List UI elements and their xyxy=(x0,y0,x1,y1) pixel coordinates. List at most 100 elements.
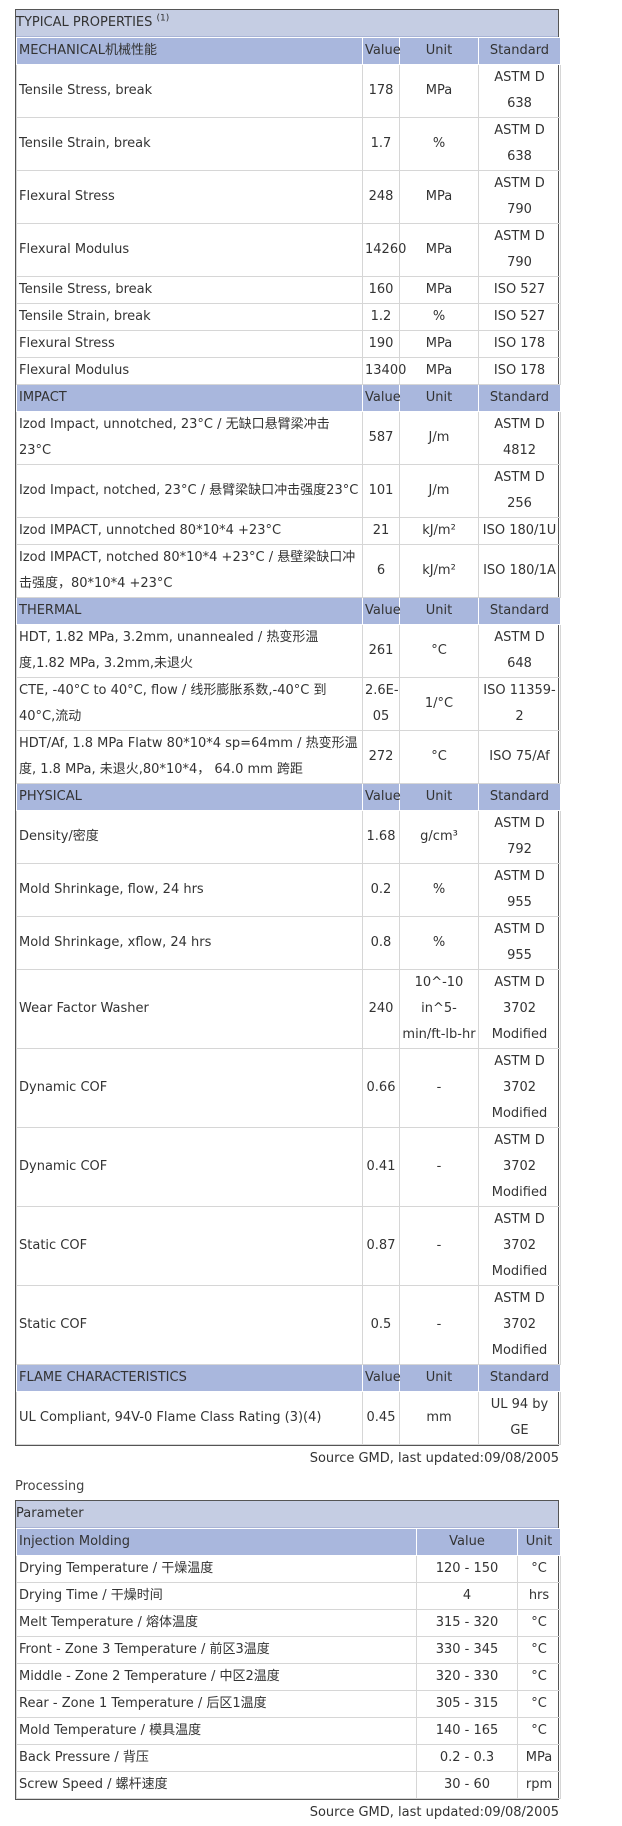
property-value: 2.6E-05 xyxy=(362,677,400,731)
property-value: 0.8 xyxy=(362,916,400,970)
processing-value: 315 - 320 xyxy=(416,1609,518,1637)
property-standard: ASTM D 638 xyxy=(478,117,561,171)
property-name: Izod IMPACT, unnotched 80*10*4 +23°C xyxy=(16,517,363,545)
property-unit: % xyxy=(399,303,479,331)
property-row: UL Compliant, 94V-0 Flame Class Rating (… xyxy=(16,1391,561,1445)
column-header-standard: Standard xyxy=(478,597,561,625)
properties-table: MECHANICAL机械性能 Value Unit Standard Tensile S… xyxy=(16,37,561,1445)
property-unit: 1/°C xyxy=(399,677,479,731)
property-unit: - xyxy=(399,1048,479,1128)
property-unit: J/m xyxy=(399,464,479,518)
property-standard: UL 94 by GE xyxy=(478,1391,561,1445)
property-row: Mold Shrinkage, flow, 24 hrs 0.2% ASTM D 9… xyxy=(16,863,561,917)
property-row: Izod IMPACT, notched 80*10*4 +23°C / 悬壁梁… xyxy=(16,544,561,598)
property-value: 0.87 xyxy=(362,1206,400,1286)
property-standard: ASTM D 790 xyxy=(478,223,561,277)
property-row: Flexural Modulus 13400 MPa ISO 178 xyxy=(16,357,561,385)
property-standard: ISO 11359-2 xyxy=(478,677,561,731)
property-unit: J/m xyxy=(399,411,479,465)
processing-unit: °C xyxy=(517,1609,561,1637)
processing-value: 305 - 315 xyxy=(416,1690,518,1718)
property-value: 240 xyxy=(362,969,400,1049)
property-row: Static COF 0.5- ASTM D 3702 Modified xyxy=(16,1285,561,1365)
column-header-standard: Standard xyxy=(478,384,561,412)
property-name: Dynamic COF xyxy=(16,1048,363,1128)
property-value: 1.2 xyxy=(362,303,400,331)
property-name: Flexural Stress xyxy=(16,330,363,358)
property-standard: ISO 75/Af xyxy=(478,730,561,784)
processing-row: Back Pressure / 背压 0.2 - 0.3 MPa xyxy=(16,1744,561,1772)
property-name: CTE, -40°C to 40°C, flow / 线形膨胀系数,-40°C … xyxy=(16,677,363,731)
property-row: Tensile Strain, break 1.2% ISO 527 xyxy=(16,303,561,331)
title-text: TYPICAL PROPERTIES xyxy=(16,15,153,30)
section-name: MECHANICAL机械性能 xyxy=(16,37,363,65)
processing-parameter: Screw Speed / 螺杆速度 xyxy=(16,1771,417,1799)
processing-row: Mold Temperature / 模具温度 140 - 165 °C xyxy=(16,1717,561,1745)
property-unit: MPa xyxy=(399,223,479,277)
property-name: Mold Shrinkage, flow, 24 hrs xyxy=(16,863,363,917)
property-unit: - xyxy=(399,1285,479,1365)
property-row: Density/密度 1.68 g/cm³ ASTM D 792 xyxy=(16,810,561,864)
property-standard: ASTM D 955 xyxy=(478,916,561,970)
property-row: Static COF 0.87- ASTM D 3702 Modified xyxy=(16,1206,561,1286)
property-standard: ISO 178 xyxy=(478,357,561,385)
property-value: 6 xyxy=(362,544,400,598)
processing-unit: MPa xyxy=(517,1744,561,1772)
property-value: 178 xyxy=(362,64,400,118)
property-standard: ISO 178 xyxy=(478,330,561,358)
column-header-value: Value xyxy=(362,783,401,811)
section-name: FLAME CHARACTERISTICS xyxy=(16,1364,363,1392)
property-value: 248 xyxy=(362,170,400,224)
processing-unit: °C xyxy=(517,1636,561,1664)
property-name: Izod IMPACT, notched 80*10*4 +23°C / 悬壁梁… xyxy=(16,544,363,598)
property-row: Flexural Modulus 14260 MPa ASTM D 790 xyxy=(16,223,561,277)
property-row: Flexural Stress 248 MPa ASTM D 790 xyxy=(16,170,561,224)
property-standard: ASTM D 955 xyxy=(478,863,561,917)
processing-parameter: Middle - Zone 2 Temperature / 中区2温度 xyxy=(16,1663,417,1691)
processing-value: 320 - 330 xyxy=(416,1663,518,1691)
source-note: Source GMD, last updated:09/08/2005 xyxy=(309,1451,559,1466)
property-standard: ASTM D 3702 Modified xyxy=(478,1206,561,1286)
processing-section-name: Injection Molding xyxy=(16,1528,417,1556)
property-name: Density/密度 xyxy=(16,810,363,864)
column-header-standard: Standard xyxy=(478,1364,561,1392)
column-header-unit: Unit xyxy=(399,384,479,412)
property-value: 14260 xyxy=(362,223,406,277)
property-row: HDT, 1.82 MPa, 3.2mm, unannealed / 热变形温度… xyxy=(16,624,561,678)
property-row: CTE, -40°C to 40°C, flow / 线形膨胀系数,-40°C … xyxy=(16,677,561,731)
property-name: Izod Impact, unnotched, 23°C / 无缺口悬臂梁冲击 … xyxy=(16,411,363,465)
property-unit: °C xyxy=(399,624,479,678)
processing-unit: °C xyxy=(517,1690,561,1718)
section-name: PHYSICAL xyxy=(16,783,363,811)
property-row: Tensile Strain, break 1.7% ASTM D 638 xyxy=(16,117,561,171)
processing-unit: hrs xyxy=(517,1582,561,1610)
property-unit: MPa xyxy=(399,170,479,224)
processing-table: Injection Molding Value Unit Drying Tempera… xyxy=(16,1528,561,1799)
processing-parameter: Melt Temperature / 熔体温度 xyxy=(16,1609,417,1637)
property-unit: % xyxy=(399,863,479,917)
property-name: Izod Impact, notched, 23°C / 悬臂梁缺口冲击强度23… xyxy=(16,464,363,518)
property-unit: MPa xyxy=(399,276,479,304)
property-standard: ISO 180/1U xyxy=(478,517,561,545)
property-standard: ASTM D 3702 Modified xyxy=(478,1285,561,1365)
property-name: Static COF xyxy=(16,1285,363,1365)
property-name: Dynamic COF xyxy=(16,1127,363,1207)
property-name: HDT/Af, 1.8 MPa Flatw 80*10*4 sp=64mm / … xyxy=(16,730,363,784)
column-header-unit: Unit xyxy=(399,1364,479,1392)
processing-unit: °C xyxy=(517,1717,561,1745)
processing-value: 140 - 165 xyxy=(416,1717,518,1745)
section-name: IMPACT xyxy=(16,384,363,412)
processing-unit: rpm xyxy=(517,1771,561,1799)
property-standard: ASTM D 3702 Modified xyxy=(478,1127,561,1207)
property-row: Izod Impact, notched, 23°C / 悬臂梁缺口冲击强度23… xyxy=(16,464,561,518)
property-value: 272 xyxy=(362,730,400,784)
property-row: Izod IMPACT, unnotched 80*10*4 +23°C 21 kJ… xyxy=(16,517,561,545)
column-header-unit: Unit xyxy=(399,597,479,625)
processing-parameter: Drying Temperature / 干燥温度 xyxy=(16,1555,417,1583)
property-row: Wear Factor Washer 240 10^-10 in^5-min/ft-… xyxy=(16,969,561,1049)
property-value: 0.5 xyxy=(362,1285,400,1365)
property-standard: ASTM D 256 xyxy=(478,464,561,518)
property-value: 0.66 xyxy=(362,1048,400,1128)
property-value: 13400 xyxy=(362,357,406,385)
property-name: HDT, 1.82 MPa, 3.2mm, unannealed / 热变形温度… xyxy=(16,624,363,678)
